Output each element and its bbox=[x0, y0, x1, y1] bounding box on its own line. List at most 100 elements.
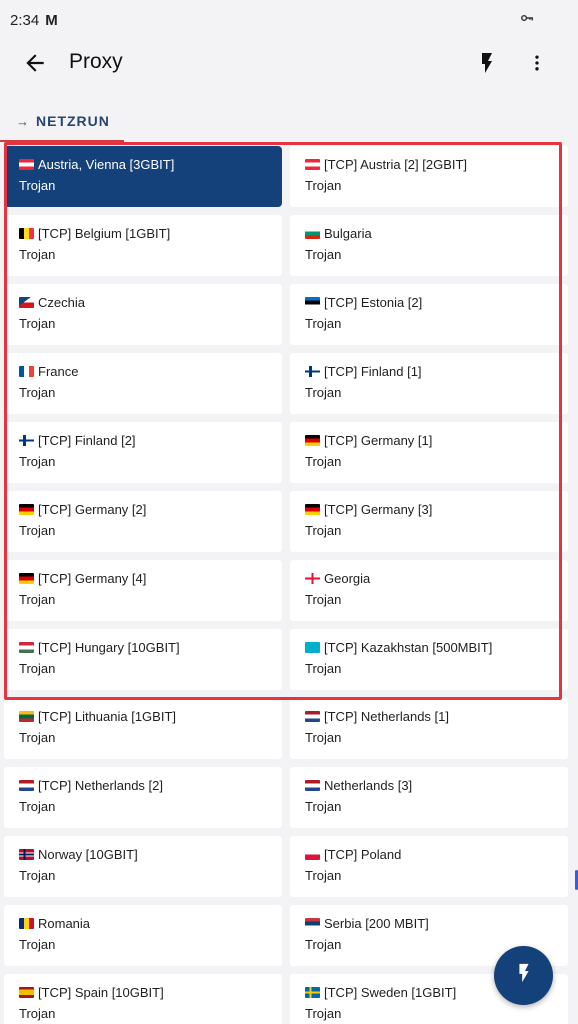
flag-es-icon bbox=[19, 987, 34, 998]
tab-indicator bbox=[0, 140, 124, 142]
flag-ge-icon bbox=[305, 573, 320, 584]
server-name: [TCP] Lithuania [1GBIT] bbox=[19, 708, 282, 725]
flag-fi-icon bbox=[19, 435, 34, 446]
server-name-text: [TCP] Germany [4] bbox=[38, 571, 147, 586]
server-protocol: Trojan bbox=[305, 385, 342, 400]
flag-bg-icon bbox=[305, 228, 320, 239]
server-protocol: Trojan bbox=[305, 868, 342, 883]
server-card[interactable]: Netherlands [3] Trojan bbox=[290, 767, 568, 828]
server-name-text: [TCP] Netherlands [1] bbox=[324, 709, 449, 724]
server-protocol: Trojan bbox=[19, 454, 56, 469]
server-card[interactable]: [TCP] Estonia [2] Trojan bbox=[290, 284, 568, 345]
server-protocol: Trojan bbox=[19, 523, 56, 538]
server-card[interactable]: [TCP] Spain [10GBIT] Trojan bbox=[4, 974, 282, 1024]
server-card[interactable]: [TCP] Netherlands [2] Trojan bbox=[4, 767, 282, 828]
server-card[interactable]: [TCP] Belgium [1GBIT] Trojan bbox=[4, 215, 282, 276]
server-name-text: [TCP] Germany [3] bbox=[324, 502, 433, 517]
server-card[interactable]: [TCP] Finland [2] Trojan bbox=[4, 422, 282, 483]
flag-nl-icon bbox=[305, 780, 320, 791]
lightning-icon[interactable] bbox=[475, 50, 499, 76]
flag-ro-icon bbox=[19, 918, 34, 929]
flag-hu-icon bbox=[19, 642, 34, 653]
server-protocol: Trojan bbox=[19, 592, 56, 607]
server-name-text: [TCP] Belgium [1GBIT] bbox=[38, 226, 171, 241]
server-name: [TCP] Belgium [1GBIT] bbox=[19, 225, 282, 242]
back-arrow-icon[interactable] bbox=[22, 50, 48, 76]
server-name: [TCP] Kazakhstan [500MBIT] bbox=[305, 639, 568, 656]
server-card[interactable]: [TCP] Germany [2] Trojan bbox=[4, 491, 282, 552]
server-protocol: Trojan bbox=[305, 661, 342, 676]
flag-rs-icon bbox=[305, 918, 320, 929]
server-name: [TCP] Spain [10GBIT] bbox=[19, 984, 282, 1001]
server-name: France bbox=[19, 363, 282, 380]
server-protocol: Trojan bbox=[19, 247, 56, 262]
server-name: Austria, Vienna [3GBIT] bbox=[19, 156, 282, 173]
group-tabs: → NETZRUN bbox=[0, 100, 578, 142]
lightning-icon bbox=[513, 961, 535, 990]
server-name-text: Romania bbox=[38, 916, 91, 931]
flag-kz-icon bbox=[305, 642, 320, 653]
server-name-text: [TCP] Finland [2] bbox=[38, 433, 136, 448]
server-card[interactable]: [TCP] Poland Trojan bbox=[290, 836, 568, 897]
flag-nl-icon bbox=[305, 711, 320, 722]
server-name-text: [TCP] Hungary [10GBIT] bbox=[38, 640, 180, 655]
flag-ee-icon bbox=[305, 297, 320, 308]
flag-cz-icon bbox=[19, 297, 34, 308]
more-vert-icon[interactable] bbox=[527, 50, 547, 76]
app-bar: Proxy bbox=[0, 38, 578, 90]
server-protocol: Trojan bbox=[19, 868, 56, 883]
server-card[interactable]: [TCP] Lithuania [1GBIT] Trojan bbox=[4, 698, 282, 759]
server-protocol: Trojan bbox=[305, 454, 342, 469]
flag-de-icon bbox=[305, 504, 320, 515]
server-card[interactable]: Bulgaria Trojan bbox=[290, 215, 568, 276]
server-card[interactable]: [TCP] Hungary [10GBIT] Trojan bbox=[4, 629, 282, 690]
server-card[interactable]: [TCP] Kazakhstan [500MBIT] Trojan bbox=[290, 629, 568, 690]
status-bar: 2:34 M bbox=[0, 0, 578, 40]
server-name-text: Bulgaria bbox=[324, 226, 372, 241]
gmail-icon: M bbox=[45, 11, 58, 29]
server-name: Bulgaria bbox=[305, 225, 568, 242]
server-protocol: Trojan bbox=[19, 178, 56, 193]
server-card[interactable]: France Trojan bbox=[4, 353, 282, 414]
page-title: Proxy bbox=[69, 50, 123, 73]
server-name-text: [TCP] Kazakhstan [500MBIT] bbox=[324, 640, 493, 655]
server-name-text: Netherlands [3] bbox=[324, 778, 413, 793]
server-protocol: Trojan bbox=[305, 799, 342, 814]
server-protocol: Trojan bbox=[305, 592, 342, 607]
server-card[interactable]: Norway [10GBIT] Trojan bbox=[4, 836, 282, 897]
connect-fab-button[interactable] bbox=[494, 946, 553, 1005]
status-time: 2:34 bbox=[10, 11, 40, 29]
server-card[interactable]: [TCP] Finland [1] Trojan bbox=[290, 353, 568, 414]
server-card[interactable]: Georgia Trojan bbox=[290, 560, 568, 621]
tab-netzrun[interactable]: → NETZRUN bbox=[0, 100, 124, 142]
server-protocol: Trojan bbox=[19, 385, 56, 400]
server-protocol: Trojan bbox=[305, 316, 342, 331]
server-protocol: Trojan bbox=[305, 178, 342, 193]
server-name-text: [TCP] Estonia [2] bbox=[324, 295, 423, 310]
server-card[interactable]: [TCP] Germany [3] Trojan bbox=[290, 491, 568, 552]
flag-se-icon bbox=[305, 987, 320, 998]
server-name-text: [TCP] Germany [1] bbox=[324, 433, 433, 448]
server-protocol: Trojan bbox=[19, 316, 56, 331]
tab-label: NETZRUN bbox=[36, 113, 110, 129]
server-name-text: Austria, Vienna [3GBIT] bbox=[38, 157, 175, 172]
server-name: Romania bbox=[19, 915, 282, 932]
server-card[interactable]: Romania Trojan bbox=[4, 905, 282, 966]
server-card[interactable]: Czechia Trojan bbox=[4, 284, 282, 345]
server-card[interactable]: [TCP] Germany [1] Trojan bbox=[290, 422, 568, 483]
server-card[interactable]: [TCP] Germany [4] Trojan bbox=[4, 560, 282, 621]
server-name-text: [TCP] Germany [2] bbox=[38, 502, 147, 517]
server-name-text: [TCP] Spain [10GBIT] bbox=[38, 985, 164, 1000]
server-card[interactable]: Austria, Vienna [3GBIT] Trojan bbox=[4, 146, 282, 207]
server-name-text: [TCP] Austria [2] [2GBIT] bbox=[324, 157, 468, 172]
flag-pl-icon bbox=[305, 849, 320, 860]
server-name-text: [TCP] Finland [1] bbox=[324, 364, 422, 379]
server-name: Serbia [200 MBIT] bbox=[305, 915, 568, 932]
server-protocol: Trojan bbox=[305, 1006, 342, 1021]
right-arrow-icon: → bbox=[16, 113, 29, 129]
server-card[interactable]: [TCP] Netherlands [1] Trojan bbox=[290, 698, 568, 759]
server-name: [TCP] Germany [1] bbox=[305, 432, 568, 449]
flag-at-icon bbox=[19, 159, 34, 170]
server-card[interactable]: [TCP] Austria [2] [2GBIT] Trojan bbox=[290, 146, 568, 207]
server-name-text: [TCP] Lithuania [1GBIT] bbox=[38, 709, 177, 724]
